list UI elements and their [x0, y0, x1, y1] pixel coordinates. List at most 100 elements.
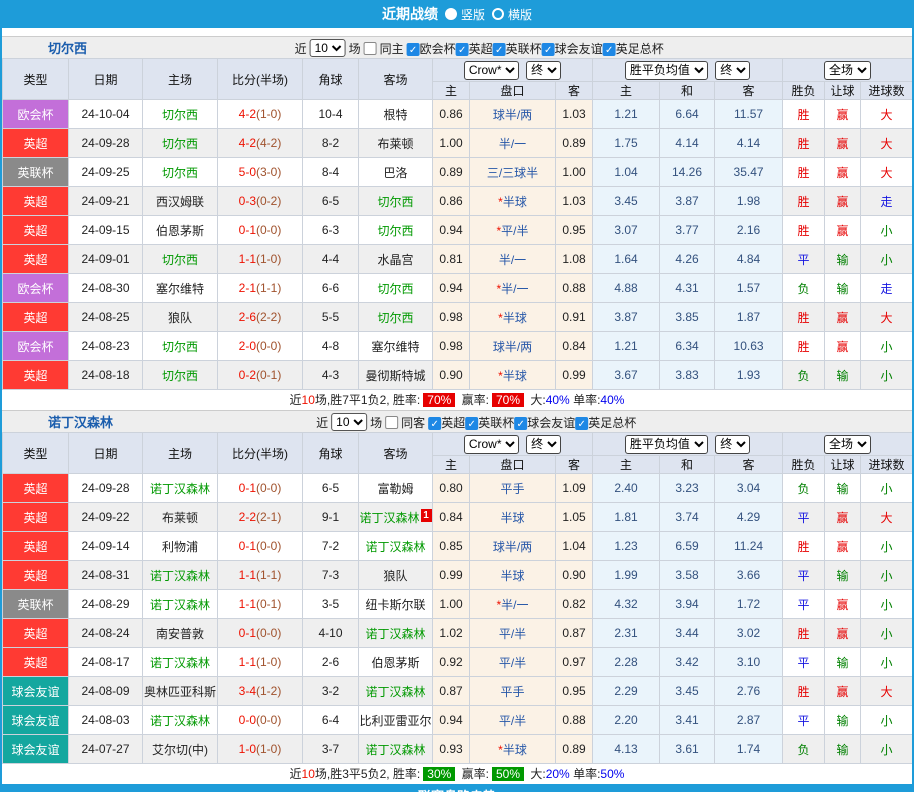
scope-select[interactable]: 全场: [824, 61, 871, 80]
home-team: 诺丁汉森林: [143, 590, 218, 619]
next-section-header: 联赛盘路走势: [2, 784, 912, 792]
col-home: 主场: [143, 59, 218, 100]
competition-checkbox[interactable]: ✓: [575, 417, 588, 430]
corners: 9-1: [303, 503, 359, 532]
asia-home-odds: 0.87: [433, 677, 470, 706]
col-away: 客场: [359, 433, 433, 474]
match-row: 英超24-09-01切尔西1-1(1-0)4-4水晶宫0.81半/一1.081.…: [3, 245, 913, 274]
competition-label[interactable]: 英足总杯: [616, 42, 664, 56]
summary-count: 10: [302, 767, 315, 781]
wdl-mean-select[interactable]: 胜平负均值: [625, 435, 708, 454]
type-badge: 英超: [3, 619, 69, 648]
type-badge: 欧会杯: [3, 100, 69, 129]
same-venue-label[interactable]: 同客: [401, 414, 425, 431]
score: 2-6(2-2): [218, 303, 303, 332]
radio-selected-icon[interactable]: [445, 8, 457, 20]
euro-away-odds: 1.57: [715, 274, 783, 303]
result-goals: 走: [861, 187, 913, 216]
final-select[interactable]: 终: [715, 61, 750, 80]
col-asia-away: 客: [556, 456, 593, 474]
asia-home-odds: 0.84: [433, 503, 470, 532]
wdl-mean-select[interactable]: 胜平负均值: [625, 61, 708, 80]
competition-checkbox[interactable]: ✓: [514, 417, 527, 430]
competition-checkbox[interactable]: ✓: [493, 43, 506, 56]
final-select[interactable]: 终: [526, 61, 561, 80]
final-select[interactable]: 终: [526, 435, 561, 454]
competition-label[interactable]: 英超: [441, 416, 465, 430]
asia-handicap: 平手: [470, 474, 556, 503]
filter-bar: 近 10 场 同主 ✓欧会杯✓英超✓英联杯✓球会友谊✓英足总杯: [295, 37, 664, 59]
match-row: 英超24-09-28切尔西4-2(4-2)8-2布莱顿1.00半/一0.891.…: [3, 129, 913, 158]
asia-home-odds: 0.99: [433, 561, 470, 590]
rounds-select[interactable]: 10: [331, 413, 367, 431]
away-team: 切尔西: [359, 187, 433, 216]
result-handicap: 赢: [825, 100, 861, 129]
home-team: 布莱顿: [143, 503, 218, 532]
same-venue-checkbox[interactable]: [364, 42, 377, 55]
competition-label[interactable]: 球会友谊: [527, 416, 575, 430]
same-venue-checkbox[interactable]: [385, 416, 398, 429]
result-handicap: 赢: [825, 677, 861, 706]
competition-label[interactable]: 球会友谊: [555, 42, 603, 56]
summary-text: 近: [290, 393, 302, 407]
matches-label: 场: [349, 40, 361, 57]
same-venue-label[interactable]: 同主: [380, 40, 404, 57]
odds-source-select[interactable]: Crow*: [464, 435, 519, 454]
euro-draw-odds: 3.23: [660, 474, 715, 503]
odds-source-select[interactable]: Crow*: [464, 61, 519, 80]
match-row: 英联杯24-09-25切尔西5-0(3-0)8-4巴洛0.89三/三球半1.00…: [3, 158, 913, 187]
layout-horizontal-radio[interactable]: 横版: [492, 6, 532, 23]
competition-label[interactable]: 英联杯: [506, 42, 542, 56]
score-fulltime: 0-2: [239, 368, 256, 382]
result-wdl: 负: [783, 474, 825, 503]
layout-horizontal-label[interactable]: 横版: [508, 6, 532, 23]
summary-text: 场,胜3平5负2, 胜率:: [315, 767, 420, 781]
rounds-select[interactable]: 10: [310, 39, 346, 57]
final-select[interactable]: 终: [715, 435, 750, 454]
result-goals: 小: [861, 735, 913, 764]
competition-label[interactable]: 欧会杯: [420, 42, 456, 56]
result-goals: 小: [861, 590, 913, 619]
result-wdl: 胜: [783, 216, 825, 245]
away-team: 纽卡斯尔联: [359, 590, 433, 619]
score-halftime: (3-0): [256, 165, 281, 179]
scope-select[interactable]: 全场: [824, 435, 871, 454]
euro-odds-controls: 胜平负均值 终: [593, 433, 783, 456]
result-handicap: 赢: [825, 503, 861, 532]
competition-checkbox[interactable]: ✓: [465, 417, 478, 430]
page-title: 近期战绩: [382, 4, 438, 24]
score-fulltime: 2-2: [239, 510, 256, 524]
competition-checkbox[interactable]: ✓: [407, 43, 420, 56]
competition-label[interactable]: 英足总杯: [588, 416, 636, 430]
result-wdl: 平: [783, 561, 825, 590]
radio-unselected-icon[interactable]: [492, 8, 504, 20]
competition-label[interactable]: 英联杯: [478, 416, 514, 430]
summary-count: 10: [302, 393, 315, 407]
asia-home-odds: 0.89: [433, 158, 470, 187]
asia-away-odds: 1.05: [556, 503, 593, 532]
competition-checkbox[interactable]: ✓: [542, 43, 555, 56]
score-halftime: (1-0): [256, 655, 281, 669]
competition-checkbox[interactable]: ✓: [456, 43, 469, 56]
euro-home-odds: 3.07: [593, 216, 660, 245]
result-handicap: 赢: [825, 590, 861, 619]
competition-label[interactable]: 英超: [469, 42, 493, 56]
score-fulltime: 2-0: [239, 339, 256, 353]
spacer: [2, 28, 912, 36]
score-halftime: (1-1): [256, 568, 281, 582]
score-fulltime: 0-0: [239, 713, 256, 727]
home-team: 狼队: [143, 303, 218, 332]
competition-checkbox[interactable]: ✓: [603, 43, 616, 56]
competition-checkbox[interactable]: ✓: [428, 417, 441, 430]
record-summary: 近10场,胜7平1负2, 胜率:70% 赢率:70% 大:40% 单率:40%: [2, 390, 912, 410]
type-badge: 欧会杯: [3, 332, 69, 361]
score-halftime: (0-0): [256, 539, 281, 553]
col-goals: 进球数: [861, 456, 913, 474]
asia-home-odds: 0.86: [433, 187, 470, 216]
layout-vertical-label[interactable]: 竖版: [461, 6, 485, 23]
asterisk-marker: *: [496, 598, 501, 612]
layout-vertical-radio[interactable]: 竖版: [445, 6, 485, 23]
match-stats-page: 近期战绩 竖版 横版 切尔西 近 10 场 同主 ✓欧会杯✓英超✓英联杯✓球会友…: [0, 0, 914, 792]
away-team: 富勒姆: [359, 474, 433, 503]
type-badge: 英超: [3, 361, 69, 390]
